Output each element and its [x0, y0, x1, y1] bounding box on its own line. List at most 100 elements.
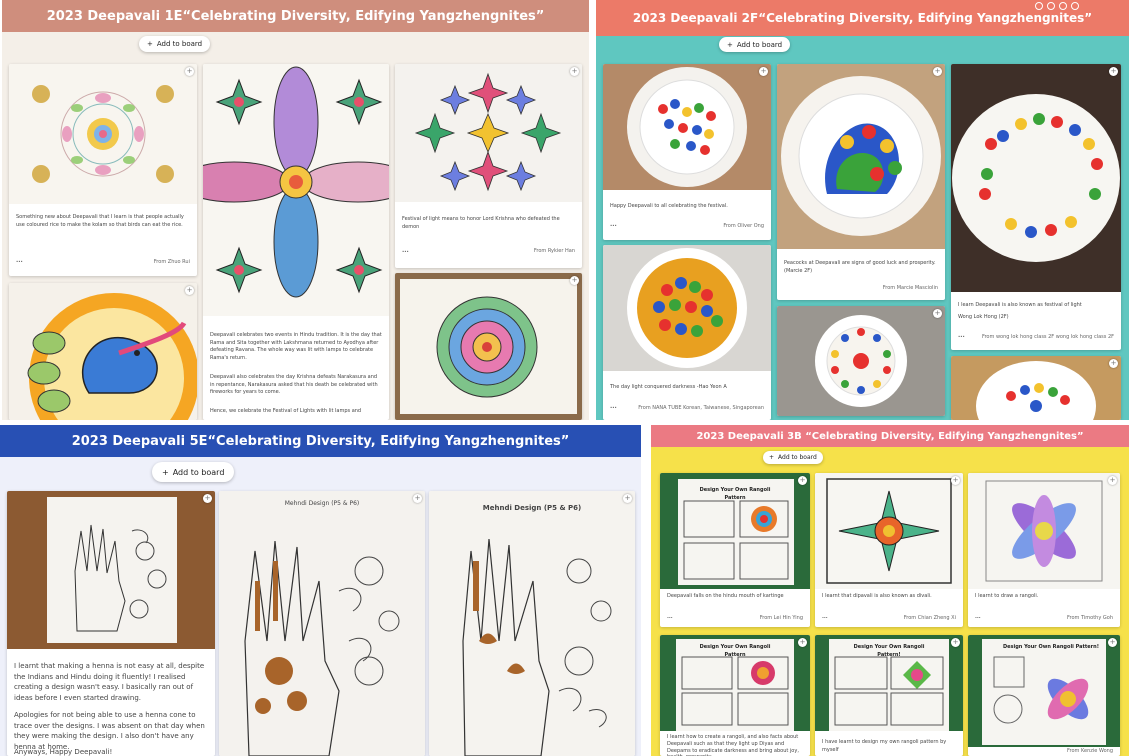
more-button[interactable]: ...: [667, 614, 673, 620]
post-card[interactable]: + Happy Deepavali to all celebrating the…: [603, 64, 771, 240]
post-author: From NANA TUBE Korean, Taiwanese, Singap…: [638, 405, 764, 411]
post-text: Something new about Deepavali that I lea…: [16, 214, 184, 228]
post-author: From Kenzie Wong: [1067, 748, 1113, 754]
post-text: Peacocks at Deepavali are signs of good …: [784, 260, 936, 274]
post-text: Hence, we celebrate the Festival of Ligh…: [210, 408, 362, 414]
dotted-plate-image: [777, 306, 945, 416]
post-card[interactable]: +: [395, 273, 582, 420]
post-card[interactable]: + I learnt to draw a rangoli. ... From T…: [968, 473, 1120, 627]
more-button[interactable]: ...: [975, 614, 981, 620]
more-button[interactable]: ...: [610, 221, 617, 228]
board-3b: 2023 Deepavali 3B “Celebrating Diversity…: [651, 425, 1129, 756]
post-author: From Oliver Ong: [723, 223, 764, 229]
post-card[interactable]: + Design Your Own Rangoli Pattern! From …: [968, 635, 1120, 756]
post-text: Wong Lok Hong (2F): [958, 314, 1009, 320]
flower-plate-image: [951, 64, 1121, 292]
post-author: From Chian Zheng Xi: [903, 615, 956, 621]
card-menu-icon[interactable]: +: [623, 494, 632, 503]
post-card[interactable]: + Design Your Own Rangoli Pattern I lear…: [660, 635, 810, 756]
header-dots: [1035, 2, 1079, 10]
post-card[interactable]: Deepavali celebrates two events in Hindu…: [203, 64, 389, 420]
post-card[interactable]: + I learn Deepavali is also known as fes…: [951, 64, 1121, 350]
board-title: 2023 Deepavali 3B “Celebrating Diversity…: [651, 425, 1129, 447]
peacock-plate-image: [777, 64, 945, 249]
more-button[interactable]: ...: [610, 403, 617, 410]
peacock-drawing-image: [9, 283, 197, 420]
post-text: I learn Deepavali is also known as festi…: [958, 302, 1082, 308]
plus-icon: +: [769, 454, 775, 461]
post-author: From Zhuo Rui: [153, 259, 190, 265]
dotted-plate-image: [951, 356, 1121, 420]
add-to-board-button[interactable]: + Add to board: [139, 36, 211, 52]
plus-icon: +: [727, 40, 733, 49]
board-5e: 2023 Deepavali 5E“Celebrating Diversity,…: [0, 425, 641, 756]
card-menu-icon[interactable]: +: [1108, 638, 1117, 647]
card-menu-icon[interactable]: +: [1109, 67, 1118, 76]
card-menu-icon[interactable]: +: [798, 638, 807, 647]
plus-icon: +: [162, 467, 169, 477]
post-card[interactable]: +: [777, 306, 945, 416]
mehndi-sheet-image: [429, 491, 635, 756]
post-text: I learnt that making a henna is not easy…: [14, 662, 205, 702]
mehndi-sheet-image: [219, 491, 425, 756]
rangoli-drawing-image: [968, 473, 1120, 589]
more-button[interactable]: ...: [958, 332, 965, 339]
card-menu-icon[interactable]: +: [759, 67, 768, 76]
post-author: From Marcie Masciolin: [882, 285, 938, 291]
post-card[interactable]: + Peacocks at Deepavali are signs of goo…: [777, 64, 945, 300]
post-card[interactable]: The day light conquered darkness -Hao Ye…: [603, 245, 771, 420]
card-menu-icon[interactable]: +: [933, 67, 942, 76]
post-author: From Lei Hin Ying: [759, 615, 803, 621]
post-card[interactable]: + Design Your Own Rangoli Pattern! I hav…: [815, 635, 963, 756]
post-text: Happy Deepavali to all celebrating the f…: [610, 203, 728, 209]
post-card[interactable]: + I learnt that dipavali is also known a…: [815, 473, 963, 627]
henna-hand-sheet-image: [7, 491, 215, 649]
more-button[interactable]: ...: [402, 247, 409, 254]
card-menu-icon[interactable]: +: [185, 286, 194, 295]
post-author: From Rykier Han: [533, 248, 575, 254]
card-menu-icon[interactable]: +: [933, 309, 942, 318]
post-author: From wong lok hong class 2F wong lok hon…: [981, 334, 1114, 340]
post-card[interactable]: + Mehndi Design (P5 & P6): [429, 491, 635, 756]
sheet-title: Design Your Own Rangoli Pattern!: [853, 644, 925, 658]
card-menu-icon[interactable]: +: [570, 276, 579, 285]
card-menu-icon[interactable]: +: [203, 494, 212, 503]
post-card[interactable]: + Mehndi Design (P5 & P6): [219, 491, 425, 756]
card-menu-icon[interactable]: +: [185, 67, 194, 76]
post-card[interactable]: + Festival of light means to honor Lord …: [395, 64, 582, 268]
post-text: Apologies for not being able to use a he…: [14, 711, 205, 751]
add-to-board-button[interactable]: + Add to board: [719, 37, 791, 52]
sheet-title: Design Your Own Rangoli Pattern!: [1003, 644, 1099, 650]
post-text: I have learnt to design my own rangoli p…: [822, 739, 947, 753]
post-text: Anyways, Happy Deepavali!: [14, 748, 113, 756]
kolam-drawing-image: [9, 64, 197, 204]
card-menu-icon[interactable]: +: [798, 476, 807, 485]
post-text: I learnt to draw a rangoli.: [975, 593, 1039, 599]
flower-mandala-image: [203, 64, 389, 316]
more-button[interactable]: ...: [16, 257, 23, 264]
post-card[interactable]: +: [951, 356, 1121, 420]
dotted-plate-image: [603, 64, 771, 190]
card-menu-icon[interactable]: +: [1108, 476, 1117, 485]
post-card[interactable]: + Design Your Own Rangoli Pattern Deepav…: [660, 473, 810, 627]
post-text: Deepavali also celebrates the day Krishn…: [210, 374, 378, 395]
sheet-title: Mehndi Design (P5 & P6): [482, 504, 582, 512]
card-menu-icon[interactable]: +: [1109, 359, 1118, 368]
add-to-board-button[interactable]: + Add to board: [763, 451, 823, 464]
post-text: Deepavali celebrates two events in Hindu…: [210, 332, 382, 361]
card-menu-icon[interactable]: +: [570, 67, 579, 76]
post-text: I learnt that dipavali is also known as …: [822, 593, 932, 599]
card-menu-icon[interactable]: +: [951, 476, 960, 485]
more-button[interactable]: ...: [822, 614, 828, 620]
card-menu-icon[interactable]: +: [951, 638, 960, 647]
post-card[interactable]: +: [9, 283, 197, 420]
post-card[interactable]: + I learnt that making a henna is not ea…: [7, 491, 215, 756]
star-kolam-image: [395, 64, 582, 202]
post-text: Deepavali falls on the hindu mouth of ka…: [667, 593, 784, 599]
mandala-paper-image: [395, 273, 582, 420]
post-text: The day light conquered darkness -Hao Ye…: [610, 384, 727, 390]
add-to-board-button[interactable]: + Add to board: [152, 462, 235, 482]
post-card[interactable]: + Something new about Deepavali that I l…: [9, 64, 197, 276]
plus-icon: +: [147, 40, 153, 48]
board-1e: 2023 Deepavali 1E“Celebrating Diversity,…: [2, 0, 589, 420]
